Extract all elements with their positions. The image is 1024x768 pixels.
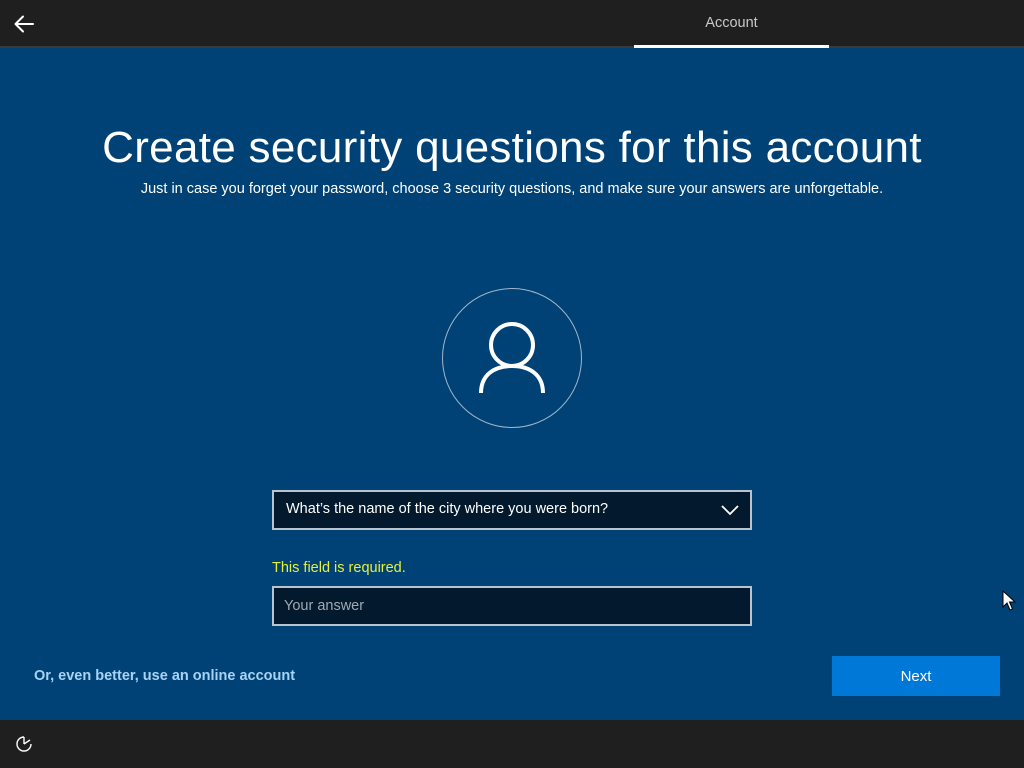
answer-input[interactable] [272, 586, 752, 626]
arrow-left-icon [14, 15, 34, 33]
top-bar: Account [0, 0, 1024, 48]
security-question-dropdown[interactable]: What’s the name of the city where you we… [272, 490, 752, 530]
chevron-down-icon [721, 505, 739, 516]
ease-of-access-icon[interactable] [14, 734, 34, 754]
tab-account: Account [705, 15, 758, 31]
page-title: Create security questions for this accou… [102, 123, 922, 172]
bottom-bar [0, 720, 1024, 768]
next-button[interactable]: Next [832, 656, 1000, 696]
avatar [442, 288, 582, 428]
security-question-value: What’s the name of the city where you we… [286, 501, 609, 517]
page-subtitle: Just in case you forget your password, c… [140, 181, 884, 197]
back-button[interactable] [8, 8, 40, 40]
person-icon [479, 322, 545, 394]
validation-error-text: This field is required. [272, 560, 406, 576]
mouse-cursor-icon [1002, 590, 1016, 611]
tab-underline [634, 45, 829, 48]
online-account-link[interactable]: Or, even better, use an online account [34, 668, 295, 684]
